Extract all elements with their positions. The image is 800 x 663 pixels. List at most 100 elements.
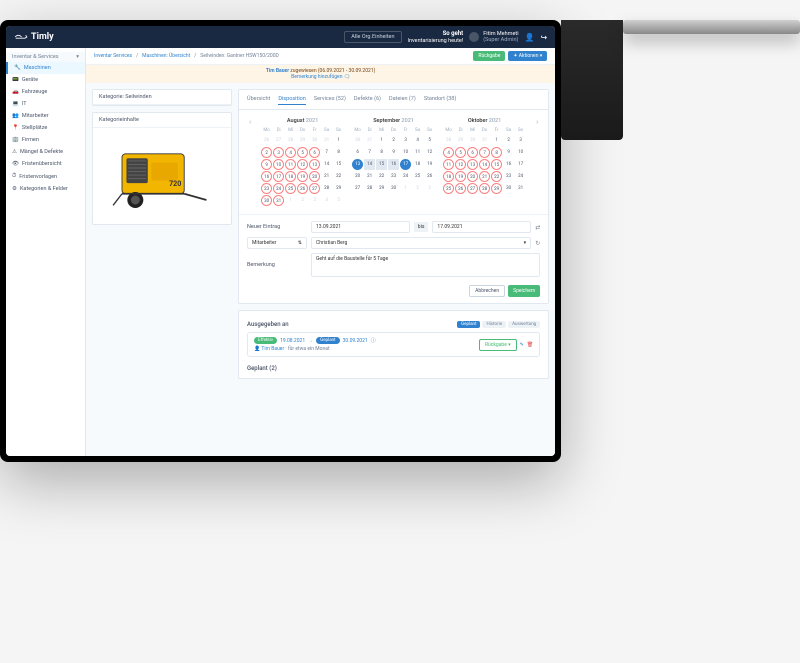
cal-day[interactable]: 15 xyxy=(491,159,502,170)
tab-standort[interactable]: Standort (38) xyxy=(424,94,456,105)
return-button[interactable]: Rückgabe xyxy=(473,51,505,61)
cal-day[interactable]: 1 xyxy=(376,135,387,146)
sidebar-item-fahrzeuge[interactable]: 🚗Fahrzeuge xyxy=(6,86,85,98)
cal-day[interactable]: 20 xyxy=(467,171,478,182)
cal-day[interactable]: 25 xyxy=(285,183,296,194)
cal-day[interactable]: 19 xyxy=(455,171,466,182)
cal-day[interactable]: 2 xyxy=(388,135,399,146)
row-return-button[interactable]: Rückgabe ▾ xyxy=(479,339,517,351)
cal-day[interactable]: 24 xyxy=(400,171,411,182)
pill-history[interactable]: Historie xyxy=(482,321,506,328)
cal-day[interactable]: 8 xyxy=(491,147,502,158)
cal-day[interactable]: 12 xyxy=(424,147,435,158)
cal-day[interactable]: 12 xyxy=(455,159,466,170)
sidebar-item-firmen[interactable]: 🏢Firmen xyxy=(6,134,85,146)
cal-day[interactable]: 22 xyxy=(376,171,387,182)
cal-day[interactable]: 22 xyxy=(333,171,344,182)
cal-day[interactable]: 14 xyxy=(364,159,375,170)
crumb-1[interactable]: Inventar Services xyxy=(94,53,132,59)
sync-icon[interactable]: ⇄ xyxy=(535,224,540,231)
cal-day[interactable]: 18 xyxy=(412,159,423,170)
cal-day[interactable]: 26 xyxy=(424,171,435,182)
cal-day[interactable]: 26 xyxy=(297,183,308,194)
cal-day[interactable]: 30 xyxy=(503,183,514,194)
prev-month-icon[interactable]: ‹ xyxy=(247,118,253,126)
tab-dateien[interactable]: Dateien (7) xyxy=(389,94,416,105)
cal-day[interactable]: 2 xyxy=(261,147,272,158)
cal-day[interactable]: 23 xyxy=(388,171,399,182)
cal-day[interactable]: 5 xyxy=(297,147,308,158)
cal-day[interactable]: 17 xyxy=(400,159,411,170)
cal-day[interactable]: 29 xyxy=(333,183,344,194)
cal-day[interactable]: 17 xyxy=(273,171,284,182)
cal-day[interactable]: 9 xyxy=(261,159,272,170)
type-select[interactable]: Mitarbeiter⇅ xyxy=(247,237,307,249)
cal-day[interactable]: 7 xyxy=(479,147,490,158)
cal-day[interactable]: 24 xyxy=(515,171,526,182)
cal-day[interactable]: 22 xyxy=(491,171,502,182)
cal-day[interactable]: 8 xyxy=(376,147,387,158)
cal-day[interactable]: 4 xyxy=(412,135,423,146)
cal-day[interactable]: 25 xyxy=(443,183,454,194)
assigned-person[interactable]: Tim Bauer xyxy=(261,346,284,352)
tab-services[interactable]: Services (52) xyxy=(314,94,346,105)
cal-day[interactable]: 13 xyxy=(352,159,363,170)
cal-day[interactable]: 28 xyxy=(364,183,375,194)
pill-planned[interactable]: Geplant xyxy=(457,321,480,328)
cal-day[interactable]: 16 xyxy=(388,159,399,170)
cal-day[interactable]: 13 xyxy=(467,159,478,170)
cal-day[interactable]: 28 xyxy=(321,183,332,194)
crumb-2[interactable]: Maschinen: Übersicht xyxy=(142,53,190,59)
org-units-button[interactable]: Alle Org.Einheiten xyxy=(344,31,401,43)
cal-day[interactable]: 3 xyxy=(400,135,411,146)
cal-day[interactable]: 4 xyxy=(443,147,454,158)
logout-icon[interactable]: ↪ xyxy=(541,33,548,42)
tab-disposition[interactable]: Disposition xyxy=(278,94,306,105)
cal-day[interactable]: 31 xyxy=(273,195,284,206)
date-to-input[interactable]: 17.09.2021 xyxy=(432,221,531,233)
cal-day[interactable]: 10 xyxy=(515,147,526,158)
sidebar-item-kategorienfelder[interactable]: ⚙Kategorien & Felder xyxy=(6,183,85,195)
cal-day[interactable]: 21 xyxy=(479,171,490,182)
cal-day[interactable]: 15 xyxy=(376,159,387,170)
sidebar-header[interactable]: Inventar & Services▾ xyxy=(6,52,85,62)
cal-day[interactable]: 29 xyxy=(376,183,387,194)
sidebar-item-stellpltze[interactable]: 📍Stellplätze xyxy=(6,122,85,134)
note-textarea[interactable]: Geht auf die Baustelle für 5 Tage xyxy=(311,253,540,277)
pill-report[interactable]: Auswertung xyxy=(508,321,540,328)
add-note-link[interactable]: Bemerkung hinzufügen 🗨 xyxy=(291,74,350,80)
cal-day[interactable]: 6 xyxy=(352,147,363,158)
cal-day[interactable]: 1 xyxy=(491,135,502,146)
cal-day[interactable]: 18 xyxy=(285,171,296,182)
cal-day[interactable]: 26 xyxy=(455,183,466,194)
cal-day[interactable]: 16 xyxy=(503,159,514,170)
cal-day[interactable]: 13 xyxy=(309,159,320,170)
cal-day[interactable]: 3 xyxy=(273,147,284,158)
cal-day[interactable]: 23 xyxy=(261,183,272,194)
cal-day[interactable]: 6 xyxy=(309,147,320,158)
cal-day[interactable]: 18 xyxy=(443,171,454,182)
delete-icon[interactable]: 🗑 xyxy=(527,342,533,348)
reload-icon[interactable]: ↻ xyxy=(535,240,540,247)
cal-day[interactable]: 11 xyxy=(443,159,454,170)
cal-day[interactable]: 12 xyxy=(297,159,308,170)
sidebar-item-fristenbersicht[interactable]: 👁Fristenübersicht xyxy=(6,158,85,170)
edit-icon[interactable]: ✎ xyxy=(520,342,524,348)
save-button[interactable]: Speichern xyxy=(508,285,540,297)
category-card[interactable]: Kategorie: Seilwinden xyxy=(93,90,231,105)
cal-day[interactable]: 6 xyxy=(467,147,478,158)
cal-day[interactable]: 7 xyxy=(321,147,332,158)
sidebar-item-mngeldefekte[interactable]: ⚠Mängel & Defekte xyxy=(6,146,85,158)
cal-day[interactable]: 27 xyxy=(352,183,363,194)
date-from-input[interactable]: 13.09.2021 xyxy=(311,221,410,233)
cal-day[interactable]: 27 xyxy=(309,183,320,194)
cal-day[interactable]: 21 xyxy=(364,171,375,182)
cancel-button[interactable]: Abbrechen xyxy=(469,285,505,297)
info-icon[interactable]: ⓘ xyxy=(371,337,376,344)
next-month-icon[interactable]: › xyxy=(534,118,540,126)
sidebar-item-mitarbeiter[interactable]: 👥Mitarbeiter xyxy=(6,110,85,122)
cal-day[interactable]: 20 xyxy=(309,171,320,182)
cal-day[interactable]: 10 xyxy=(273,159,284,170)
cal-day[interactable]: 17 xyxy=(515,159,526,170)
cal-day[interactable]: 21 xyxy=(321,171,332,182)
